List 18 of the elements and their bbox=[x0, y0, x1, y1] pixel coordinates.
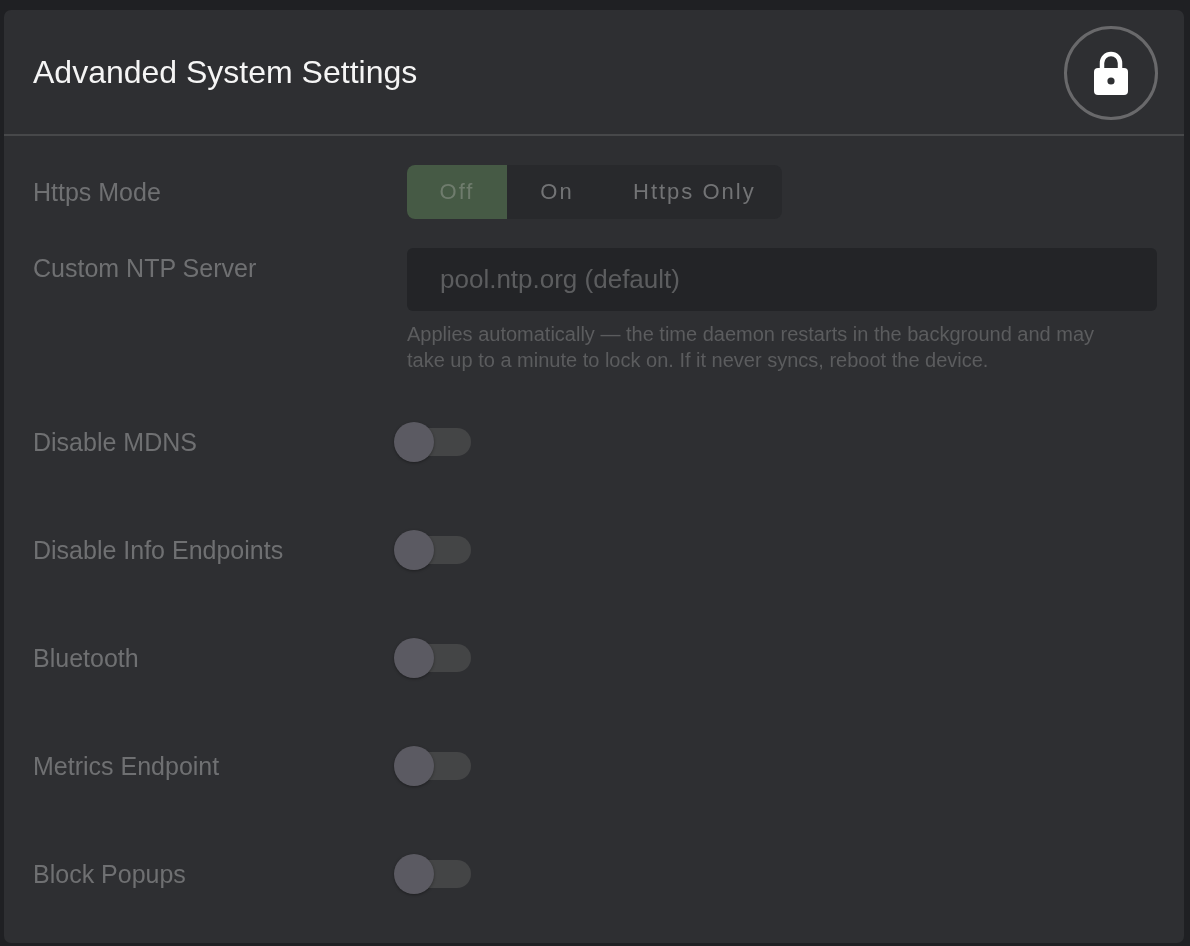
toggle-switch[interactable] bbox=[394, 638, 471, 678]
lock-button[interactable] bbox=[1064, 25, 1158, 120]
toggle-switch[interactable] bbox=[394, 854, 471, 894]
setting-label: Https Mode bbox=[33, 177, 162, 208]
setting-label: Block Popups bbox=[33, 859, 187, 890]
toggle-switch[interactable] bbox=[394, 746, 471, 786]
setting-label: Bluetooth bbox=[33, 643, 140, 674]
segment-option[interactable]: Https Only bbox=[607, 165, 782, 219]
padlock-icon bbox=[1094, 50, 1128, 95]
panel-title: Advanded System Settings bbox=[33, 53, 418, 92]
toggle-switch[interactable] bbox=[394, 530, 471, 570]
setting-label: Disable Info Endpoints bbox=[33, 535, 285, 566]
setting-label: Disable MDNS bbox=[33, 427, 198, 458]
segment-option[interactable]: On bbox=[507, 165, 607, 219]
setting-label: Custom NTP Server bbox=[33, 253, 258, 284]
toggle-switch[interactable] bbox=[394, 422, 471, 462]
setting-label: Metrics Endpoint bbox=[33, 751, 221, 782]
input-field[interactable]: pool.ntp.org (default) bbox=[407, 248, 1157, 311]
